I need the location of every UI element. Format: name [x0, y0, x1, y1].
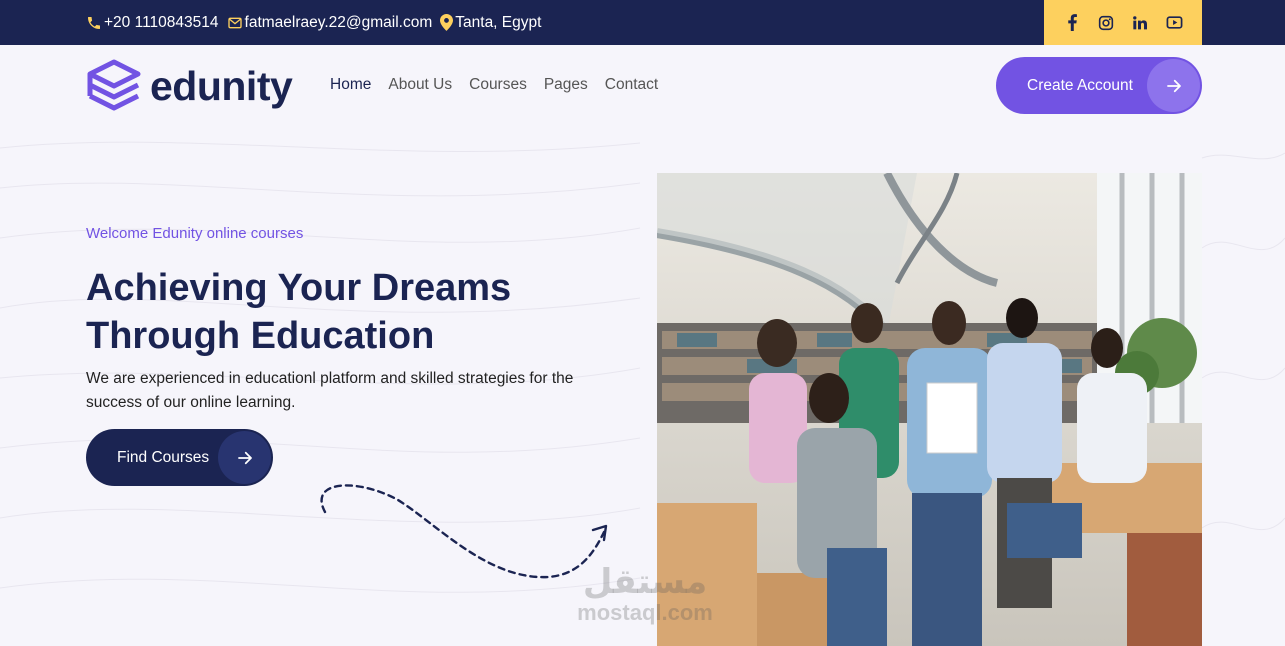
arrow-right-icon	[218, 431, 271, 484]
hero-title-line-1: Achieving Your Dreams	[86, 267, 512, 309]
social-links	[1044, 0, 1202, 45]
hero-title: Achieving Your Dreams Through Education	[86, 264, 626, 360]
nav-item-pages[interactable]: Pages	[544, 76, 588, 94]
email-contact[interactable]: fatmaelraey.22@gmail.com	[227, 13, 433, 32]
find-courses-label: Find Courses	[117, 448, 210, 466]
arrow-right-icon	[1147, 59, 1200, 112]
create-account-button[interactable]: Create Account	[996, 57, 1202, 114]
hero-description: We are experienced in educationl platfor…	[86, 370, 574, 411]
phone-number: +20 1110843514	[104, 13, 219, 31]
facebook-icon[interactable]	[1064, 14, 1081, 31]
linkedin-icon[interactable]	[1132, 14, 1149, 31]
nav-item-courses[interactable]: Courses	[469, 76, 527, 94]
watermark-arabic: مستقل	[582, 562, 708, 602]
hero-students-photo	[657, 173, 1202, 646]
envelope-icon	[227, 15, 243, 31]
location-pin-icon	[440, 14, 454, 31]
phone-contact[interactable]: +20 1110843514	[86, 14, 219, 32]
location-contact: Tanta, Egypt	[440, 14, 541, 32]
watermark-latin: mostaql.com	[577, 600, 713, 625]
youtube-icon[interactable]	[1166, 14, 1183, 31]
hero-subtitle: Welcome Edunity online courses	[86, 225, 304, 242]
nav-menu: Home About Us Courses Pages Contact	[330, 76, 658, 94]
main-navbar: edunity Home About Us Courses Pages Cont…	[0, 45, 1285, 128]
create-account-label: Create Account	[1027, 76, 1133, 94]
brand-name: edunity	[150, 63, 293, 109]
find-courses-button[interactable]: Find Courses	[86, 429, 273, 486]
nav-item-contact[interactable]: Contact	[605, 76, 658, 94]
location-text: Tanta, Egypt	[455, 13, 542, 31]
stacked-layers-logo-icon	[86, 58, 142, 119]
top-bar: +20 1110843514 fatmaelraey.22@gmail.com …	[0, 0, 1285, 45]
hero-title-line-2: Through Education	[86, 315, 435, 357]
watermark: مستقل mostaql.com	[565, 562, 725, 624]
contact-info: +20 1110843514 fatmaelraey.22@gmail.com …	[86, 0, 541, 45]
email-address: fatmaelraey.22@gmail.com	[244, 13, 433, 31]
instagram-icon[interactable]	[1098, 14, 1115, 31]
phone-icon	[86, 15, 102, 31]
nav-item-about-us[interactable]: About Us	[388, 76, 452, 94]
brand-logo[interactable]: edunity	[86, 58, 293, 119]
nav-item-home[interactable]: Home	[330, 76, 371, 94]
